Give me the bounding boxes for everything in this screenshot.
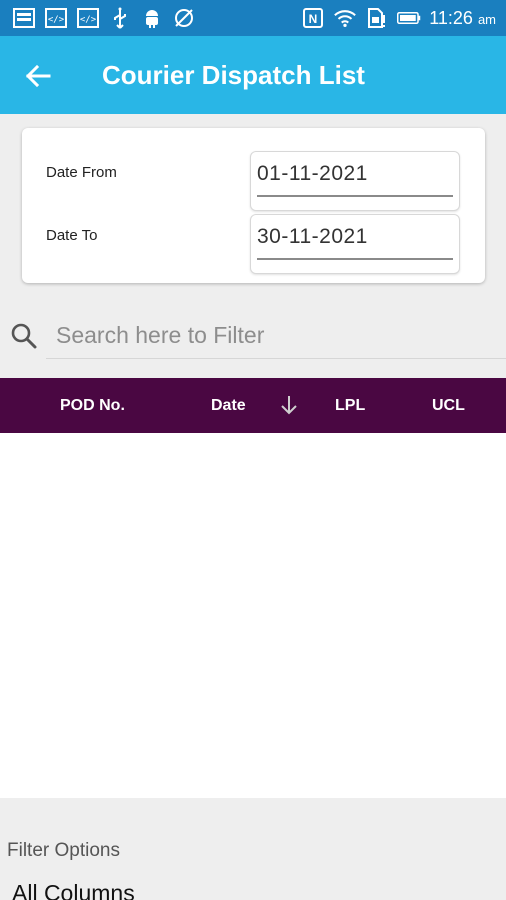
- date-to-field[interactable]: 30-11-2021: [250, 214, 460, 274]
- column-header-date[interactable]: Date: [211, 397, 246, 415]
- column-header-ucl[interactable]: UCL: [432, 397, 465, 415]
- page-title: Courier Dispatch List: [102, 60, 365, 90]
- clock-text: 11:26: [429, 7, 473, 28]
- svg-text:</>: </>: [48, 15, 65, 25]
- sim-icon: [365, 6, 389, 30]
- date-to-label: Date To: [46, 227, 98, 244]
- filter-options-panel: Filter Options All Columns: [0, 798, 506, 900]
- date-from-underline: [257, 195, 453, 197]
- date-to-underline: [257, 258, 453, 260]
- arrow-down-icon[interactable]: [278, 394, 300, 416]
- filter-column-select[interactable]: All Columns: [12, 880, 135, 900]
- date-from-field[interactable]: 01-11-2021: [250, 151, 460, 211]
- status-time: 11:26 am: [429, 8, 496, 29]
- search-input[interactable]: [56, 318, 496, 352]
- status-bar: </> </> N 11:26 am: [0, 0, 506, 36]
- android-debug-icon: [140, 6, 164, 30]
- arrow-back-icon: [25, 64, 51, 88]
- table-body: [0, 433, 506, 798]
- filter-options-title: Filter Options: [7, 840, 120, 861]
- code-icon: </>: [44, 6, 68, 30]
- nfc-icon: N: [301, 6, 325, 30]
- search-underline: [46, 358, 506, 359]
- column-header-pod-no[interactable]: POD No.: [60, 397, 125, 415]
- notification-icons: </> </>: [12, 6, 196, 30]
- date-from-value: 01-11-2021: [257, 162, 368, 185]
- date-filter-card: Date From 01-11-2021 Date To 30-11-2021: [22, 128, 485, 283]
- date-from-label: Date From: [46, 164, 117, 181]
- code-icon: </>: [76, 6, 100, 30]
- no-sync-icon: [172, 6, 196, 30]
- date-to-value: 30-11-2021: [257, 225, 368, 248]
- search-icon: [11, 323, 37, 349]
- battery-icon: [397, 6, 421, 30]
- app-bar: Courier Dispatch List: [0, 36, 506, 114]
- image-icon: [12, 6, 36, 30]
- svg-text:N: N: [309, 12, 318, 26]
- column-header-lpl[interactable]: LPL: [335, 397, 365, 415]
- system-icons: N 11:26 am: [301, 6, 496, 30]
- svg-text:</>: </>: [80, 15, 97, 25]
- search-bar: [0, 312, 506, 362]
- table-header: POD No. Date LPL UCL: [0, 378, 506, 433]
- back-button[interactable]: [22, 60, 54, 92]
- wifi-icon: [333, 6, 357, 30]
- clock-ampm: am: [477, 11, 496, 27]
- usb-icon: [108, 6, 132, 30]
